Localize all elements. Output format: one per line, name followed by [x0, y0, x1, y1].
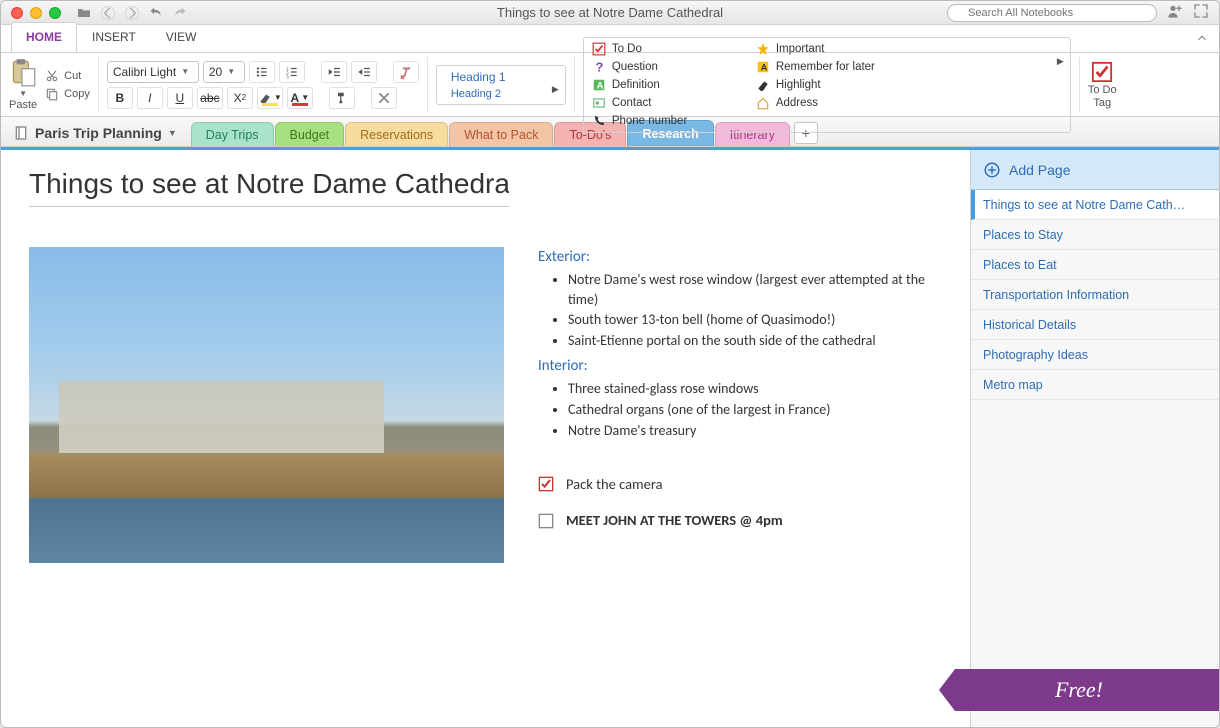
- page-item[interactable]: Photography Ideas: [971, 340, 1219, 370]
- tag-important[interactable]: Important: [756, 42, 904, 56]
- page-item[interactable]: Places to Eat: [971, 250, 1219, 280]
- notebook-select[interactable]: Paris Trip Planning ▼: [1, 125, 191, 146]
- window-zoom[interactable]: [49, 7, 61, 19]
- tag-question[interactable]: ?Question: [592, 60, 740, 74]
- list-item: Three stained-glass rose windows: [568, 379, 942, 399]
- search-input[interactable]: [947, 4, 1157, 22]
- list-item: Saint-Etienne portal on the south side o…: [568, 331, 942, 351]
- cut-button[interactable]: Cut: [45, 69, 90, 83]
- tags-expand-icon[interactable]: ▶: [1057, 56, 1064, 67]
- svg-text:?: ?: [595, 60, 603, 74]
- font-size-select[interactable]: 20▼: [203, 61, 245, 83]
- fullscreen-icon[interactable]: [1193, 3, 1209, 22]
- strikethrough-button[interactable]: abc: [197, 87, 223, 109]
- page-panel: Add Page Things to see at Notre Dame Cat…: [970, 150, 1219, 727]
- add-page-button[interactable]: Add Page: [971, 150, 1219, 190]
- clear-formatting-button[interactable]: [393, 61, 419, 83]
- tag-highlight[interactable]: Highlight: [756, 78, 904, 92]
- section-tab[interactable]: Reservations: [345, 122, 448, 146]
- todo-item[interactable]: MEET JOHN AT THE TOWERS @ 4pm: [538, 510, 942, 530]
- todo-tag-button[interactable]: To Do Tag: [1088, 61, 1117, 109]
- format-painter-button[interactable]: [329, 87, 355, 109]
- bullet-list-button[interactable]: [249, 61, 275, 83]
- checked-box-icon[interactable]: [538, 476, 554, 492]
- list-item: Notre Dame's west rose window (largest e…: [568, 270, 942, 309]
- number-list-button[interactable]: 123: [279, 61, 305, 83]
- note-image[interactable]: [29, 247, 504, 563]
- page-item[interactable]: Metro map: [971, 370, 1219, 400]
- exterior-heading: Exterior:: [538, 247, 942, 268]
- notebook-icon: [13, 125, 29, 141]
- tag-definition[interactable]: ADefinition: [592, 78, 740, 92]
- page-item[interactable]: Historical Details: [971, 310, 1219, 340]
- back-icon[interactable]: [99, 4, 117, 22]
- styles-gallery[interactable]: Heading 1 Heading 2 ▶: [436, 65, 566, 105]
- page-item[interactable]: Places to Stay: [971, 220, 1219, 250]
- dropdown-arrow-icon: ▼: [168, 128, 177, 138]
- add-icon: [983, 161, 1001, 179]
- list-item: South tower 13-ton bell (home of Quasimo…: [568, 310, 942, 330]
- folder-icon[interactable]: [75, 4, 93, 22]
- indent-button[interactable]: [351, 61, 377, 83]
- ribbon: ▼ Paste Cut Copy Calibri Light▼ 20▼ 123: [1, 53, 1219, 117]
- copy-button[interactable]: Copy: [45, 87, 90, 101]
- paste-label: Paste: [9, 99, 37, 111]
- ribbon-tab-insert[interactable]: INSERT: [77, 22, 151, 52]
- underline-button[interactable]: U: [167, 87, 193, 109]
- forward-icon[interactable]: [123, 4, 141, 22]
- svg-text:3: 3: [286, 74, 289, 79]
- page-item[interactable]: Things to see at Notre Dame Cath…: [971, 190, 1219, 220]
- list-item: Notre Dame's treasury: [568, 421, 942, 441]
- window-minimize[interactable]: [30, 7, 42, 19]
- window-close[interactable]: [11, 7, 23, 19]
- interior-heading: Interior:: [538, 356, 942, 377]
- undo-icon[interactable]: [147, 4, 165, 22]
- tag-phone[interactable]: Phone number: [592, 114, 740, 128]
- svg-text:A: A: [760, 62, 767, 72]
- ribbon-collapse-icon[interactable]: [1195, 31, 1209, 48]
- section-tab[interactable]: What to Pack: [449, 122, 553, 146]
- unchecked-box-icon[interactable]: [538, 513, 554, 529]
- paste-button[interactable]: ▼ Paste: [9, 58, 37, 111]
- tag-todo[interactable]: To Do: [592, 42, 740, 56]
- page-item[interactable]: Transportation Information: [971, 280, 1219, 310]
- dropdown-arrow-icon: ▼: [19, 89, 27, 98]
- font-family-select[interactable]: Calibri Light▼: [107, 61, 199, 83]
- heading1-style[interactable]: Heading 1: [451, 70, 555, 84]
- tag-remember[interactable]: ARemember for later: [756, 60, 904, 74]
- section-tab[interactable]: Budget: [275, 122, 345, 146]
- styles-expand-icon[interactable]: ▶: [552, 84, 559, 95]
- page-canvas[interactable]: Exterior: Notre Dame's west rose window …: [1, 150, 970, 727]
- note-text[interactable]: Exterior: Notre Dame's west rose window …: [538, 247, 942, 563]
- outdent-button[interactable]: [321, 61, 347, 83]
- subscript-button[interactable]: X2: [227, 87, 253, 109]
- share-icon[interactable]: [1167, 3, 1183, 22]
- page-title-input[interactable]: [29, 168, 509, 207]
- ribbon-tab-home[interactable]: HOME: [11, 22, 77, 52]
- tags-gallery: To Do Important ?Question ARemember for …: [583, 37, 1071, 133]
- font-color-button[interactable]: A▼: [287, 87, 313, 109]
- ribbon-tab-view[interactable]: VIEW: [151, 22, 212, 52]
- heading2-style[interactable]: Heading 2: [451, 88, 555, 100]
- tag-address[interactable]: Address: [756, 96, 904, 110]
- redo-icon[interactable]: [171, 4, 189, 22]
- svg-text:A: A: [596, 80, 603, 90]
- free-banner: Free!: [939, 669, 1219, 711]
- highlight-button[interactable]: ▼: [257, 87, 283, 109]
- todo-item[interactable]: Pack the camera: [538, 474, 942, 494]
- section-tab[interactable]: Day Trips: [191, 122, 274, 146]
- bold-button[interactable]: B: [107, 87, 133, 109]
- tag-contact[interactable]: Contact: [592, 96, 740, 110]
- list-item: Cathedral organs (one of the largest in …: [568, 400, 942, 420]
- italic-button[interactable]: I: [137, 87, 163, 109]
- delete-button[interactable]: [371, 87, 397, 109]
